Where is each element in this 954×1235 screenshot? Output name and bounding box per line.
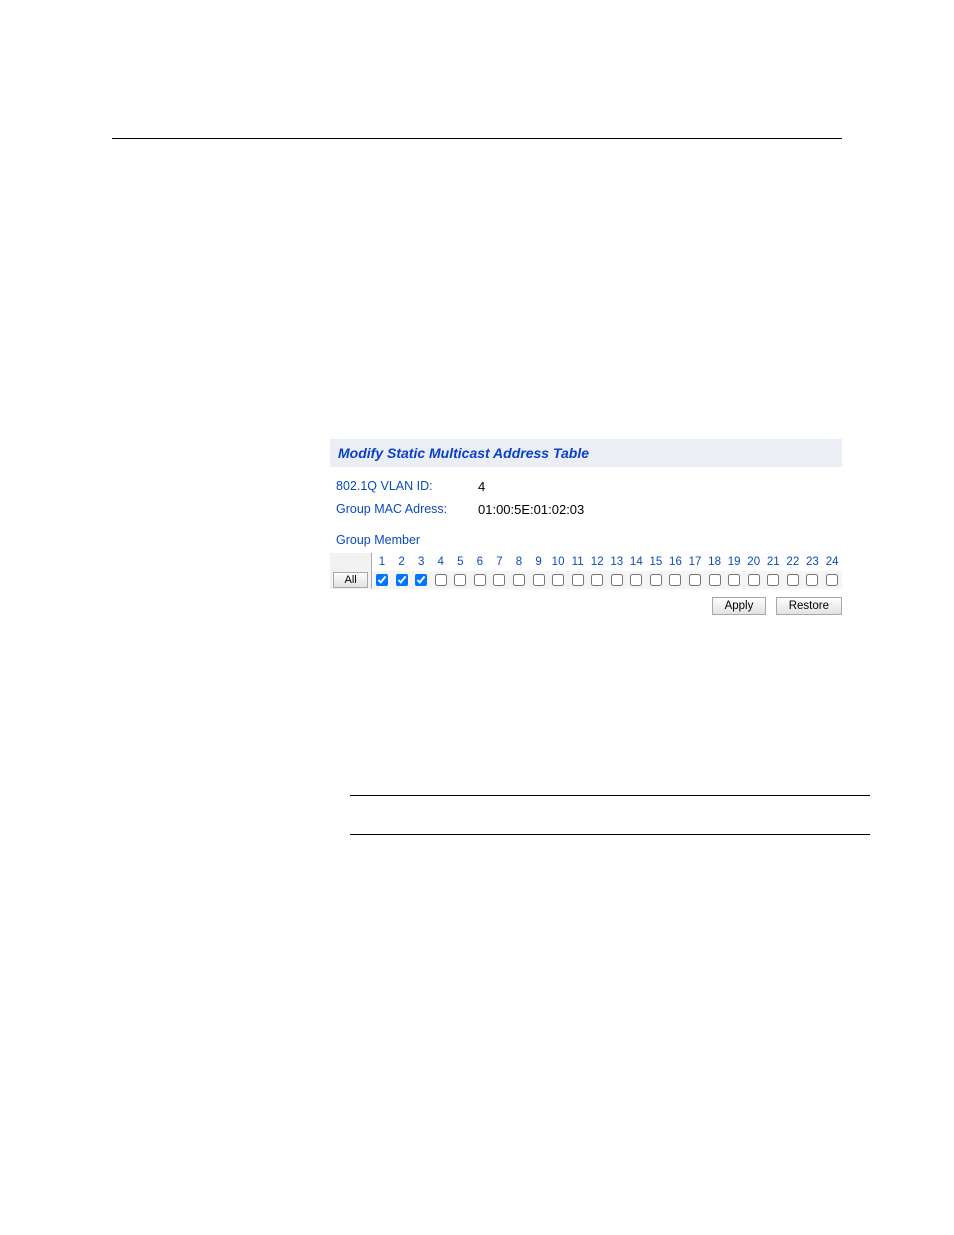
port-header-10: 10 (548, 553, 568, 571)
port-checkbox-23[interactable] (806, 574, 818, 586)
port-header-18: 18 (705, 553, 725, 571)
port-cell-15 (646, 571, 666, 589)
horizontal-rule-3 (350, 834, 870, 835)
port-checkbox-5[interactable] (454, 574, 466, 586)
port-cell-18 (705, 571, 725, 589)
port-cell-10 (548, 571, 568, 589)
port-cell-20 (744, 571, 764, 589)
port-cell-21 (763, 571, 783, 589)
sub-lines (350, 795, 954, 835)
all-button[interactable]: All (333, 572, 367, 588)
port-cell-1 (372, 571, 392, 589)
port-cell-17 (685, 571, 705, 589)
port-checkbox-16[interactable] (669, 574, 681, 586)
port-checkbox-3[interactable] (415, 574, 427, 586)
port-checkbox-20[interactable] (748, 574, 760, 586)
port-header-6: 6 (470, 553, 490, 571)
port-cell-22 (783, 571, 803, 589)
port-cell-16 (666, 571, 686, 589)
vlan-row: 802.1Q VLAN ID: 4 (336, 479, 836, 494)
port-checkbox-8[interactable] (513, 574, 525, 586)
port-header-8: 8 (509, 553, 529, 571)
port-header-20: 20 (744, 553, 764, 571)
port-checkbox-6[interactable] (474, 574, 486, 586)
port-checkbox-14[interactable] (630, 574, 642, 586)
vlan-id-label: 802.1Q VLAN ID: (336, 479, 478, 494)
port-checkbox-7[interactable] (493, 574, 505, 586)
port-header-24: 24 (822, 553, 842, 571)
port-cell-7 (490, 571, 510, 589)
port-checkbox-13[interactable] (611, 574, 623, 586)
port-header-3: 3 (411, 553, 431, 571)
port-cell-6 (470, 571, 490, 589)
port-cell-5 (450, 571, 470, 589)
port-checkbox-1[interactable] (376, 574, 388, 586)
port-header-row: 123456789101112131415161718192021222324 (330, 553, 842, 571)
port-checkbox-18[interactable] (709, 574, 721, 586)
port-header-15: 15 (646, 553, 666, 571)
port-checkbox-10[interactable] (552, 574, 564, 586)
port-cell-2 (392, 571, 412, 589)
port-header-23: 23 (803, 553, 823, 571)
port-checkbox-19[interactable] (728, 574, 740, 586)
port-header-11: 11 (568, 553, 588, 571)
port-cell-23 (803, 571, 823, 589)
mac-address-label: Group MAC Adress: (336, 502, 478, 517)
group-member-label: Group Member (330, 527, 842, 553)
horizontal-rule-2 (350, 795, 870, 796)
vlan-id-value: 4 (478, 479, 485, 494)
port-header-22: 22 (783, 553, 803, 571)
port-checkbox-11[interactable] (572, 574, 584, 586)
port-checkbox-22[interactable] (787, 574, 799, 586)
port-checkbox-row: All (330, 571, 842, 589)
port-header-16: 16 (666, 553, 686, 571)
all-header-cell (330, 553, 372, 571)
port-cell-11 (568, 571, 588, 589)
port-header-17: 17 (685, 553, 705, 571)
port-header-5: 5 (450, 553, 470, 571)
port-cell-3 (411, 571, 431, 589)
port-header-12: 12 (587, 553, 607, 571)
port-checkbox-9[interactable] (533, 574, 545, 586)
mac-row: Group MAC Adress: 01:00:5E:01:02:03 (336, 502, 836, 517)
mac-address-value: 01:00:5E:01:02:03 (478, 502, 584, 517)
port-checkbox-4[interactable] (435, 574, 447, 586)
port-cell-4 (431, 571, 451, 589)
button-row: Apply Restore (330, 589, 842, 615)
port-cell-8 (509, 571, 529, 589)
port-header-21: 21 (763, 553, 783, 571)
port-checkbox-24[interactable] (826, 574, 838, 586)
apply-button[interactable]: Apply (712, 597, 767, 615)
port-header-19: 19 (724, 553, 744, 571)
port-cell-9 (529, 571, 549, 589)
panel-fields: 802.1Q VLAN ID: 4 Group MAC Adress: 01:0… (330, 467, 842, 527)
port-checkbox-2[interactable] (396, 574, 408, 586)
port-header-4: 4 (431, 553, 451, 571)
panel-title: Modify Static Multicast Address Table (330, 439, 842, 467)
port-header-9: 9 (529, 553, 549, 571)
port-header-14: 14 (627, 553, 647, 571)
port-checkbox-17[interactable] (689, 574, 701, 586)
port-cell-13 (607, 571, 627, 589)
port-checkbox-12[interactable] (591, 574, 603, 586)
port-checkbox-15[interactable] (650, 574, 662, 586)
restore-button[interactable]: Restore (776, 597, 842, 615)
port-header-7: 7 (490, 553, 510, 571)
multicast-panel: Modify Static Multicast Address Table 80… (330, 439, 842, 615)
horizontal-rule (112, 138, 842, 139)
port-cell-14 (627, 571, 647, 589)
port-header-1: 1 (372, 553, 392, 571)
port-cell-24 (822, 571, 842, 589)
port-cell-12 (587, 571, 607, 589)
port-checkbox-21[interactable] (767, 574, 779, 586)
port-table: 123456789101112131415161718192021222324 … (330, 553, 842, 589)
port-header-2: 2 (392, 553, 412, 571)
port-cell-19 (724, 571, 744, 589)
port-header-13: 13 (607, 553, 627, 571)
all-button-cell: All (330, 571, 372, 589)
